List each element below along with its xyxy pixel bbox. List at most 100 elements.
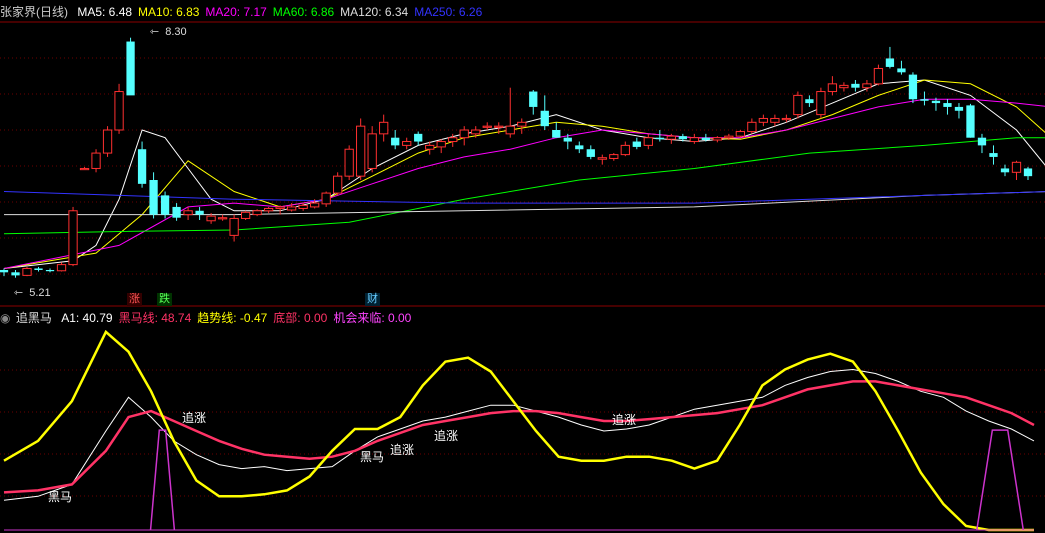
candle-up bbox=[298, 204, 308, 209]
candle-up bbox=[597, 157, 607, 160]
candle-up bbox=[22, 267, 32, 276]
candle-down bbox=[805, 99, 814, 104]
candle-up bbox=[666, 135, 676, 140]
candle-up bbox=[217, 217, 228, 220]
indicator-value: MA20: 7.17 bbox=[205, 5, 267, 19]
candle-down bbox=[885, 58, 895, 67]
arrow-left-icon: ⇽ bbox=[14, 287, 24, 299]
indicator-select-icon[interactable]: ◉ bbox=[0, 311, 10, 325]
candle-up bbox=[781, 117, 792, 121]
sub-indicator-title[interactable]: 追黑马 bbox=[16, 311, 52, 325]
main-indicator-list: MA5: 6.48 MA10: 6.83 MA20: 7.17 MA60: 6.86 M… bbox=[77, 5, 488, 19]
candle-up bbox=[310, 202, 320, 208]
candle-down bbox=[1000, 168, 1010, 173]
candle-up bbox=[275, 206, 285, 209]
candle-up bbox=[1011, 161, 1022, 173]
candle-up bbox=[873, 67, 884, 85]
candle-down bbox=[137, 149, 147, 184]
candle-up bbox=[609, 154, 619, 159]
candle-down bbox=[954, 106, 964, 111]
signal-annotation: 追涨 bbox=[390, 443, 415, 457]
sub-indicator-list: A1: 40.79 黑马线: 48.74 趋势线: -0.47 底部: 0.00 机会来… bbox=[61, 311, 417, 325]
candle-up bbox=[425, 144, 435, 150]
candle-up bbox=[240, 211, 251, 219]
candle-up bbox=[68, 210, 78, 266]
candle-up bbox=[183, 210, 193, 216]
indicator-value: MA60: 6.86 bbox=[272, 5, 335, 19]
signal-badge: 涨 bbox=[127, 293, 142, 306]
candle-down bbox=[552, 130, 561, 138]
candle-up bbox=[436, 141, 446, 148]
candle-down bbox=[529, 91, 538, 107]
signal-annotation: 追涨 bbox=[434, 429, 459, 443]
candle-up bbox=[839, 84, 849, 89]
ma-line-ma10 bbox=[3, 79, 1045, 269]
signal-annotation: 黑马 bbox=[48, 490, 73, 504]
signal-badge: 跌 bbox=[157, 293, 172, 306]
ma-line-ma60 bbox=[3, 137, 1045, 235]
candle-down bbox=[586, 149, 595, 157]
candle-up bbox=[344, 148, 354, 177]
candle-down bbox=[45, 270, 55, 272]
stock-chart-window: { "main_panel": { "title": "张家界(日线)", "i… bbox=[0, 0, 1045, 533]
candle-up bbox=[79, 167, 90, 171]
candle-up bbox=[816, 91, 826, 116]
stock-title[interactable]: 张家界(日线) bbox=[0, 5, 68, 19]
candle-down bbox=[851, 83, 860, 88]
candle-up bbox=[724, 135, 734, 139]
arrow-left-icon: ⇽ bbox=[150, 26, 160, 38]
candle-up bbox=[448, 137, 458, 143]
indicator-value: MA10: 6.83 bbox=[138, 5, 200, 19]
candle-down bbox=[632, 141, 641, 147]
opportunity-pulse bbox=[149, 429, 176, 531]
candle-up bbox=[91, 152, 101, 169]
candle-down bbox=[160, 195, 170, 215]
candle-up bbox=[643, 137, 653, 146]
chart-canvas bbox=[0, 21, 1045, 532]
candle-down bbox=[701, 137, 710, 140]
candle-up bbox=[379, 121, 389, 135]
candle-up bbox=[471, 129, 481, 135]
indicator-value: MA5: 6.48 bbox=[77, 5, 133, 19]
candle-up bbox=[206, 215, 216, 222]
indicator-value: 黑马线: 48.74 bbox=[118, 311, 192, 325]
candle-down bbox=[195, 210, 204, 215]
indicator-value: MA250: 6.26 bbox=[414, 5, 483, 19]
indicator-value: 趋势线: -0.47 bbox=[197, 311, 268, 325]
candle-up bbox=[102, 129, 113, 154]
candle-down bbox=[540, 110, 549, 127]
signal-annotation: 追涨 bbox=[612, 413, 637, 427]
candle-down bbox=[414, 133, 423, 142]
candle-down bbox=[966, 105, 975, 138]
candle-up bbox=[735, 131, 746, 137]
candle-up bbox=[620, 144, 630, 156]
candle-down bbox=[563, 137, 572, 142]
candle-down bbox=[908, 74, 918, 100]
candle-up bbox=[862, 83, 872, 89]
candle-down bbox=[34, 268, 43, 270]
indicator-value: A1: 40.79 bbox=[61, 311, 113, 325]
candle-down bbox=[931, 100, 941, 104]
candle-up bbox=[229, 217, 239, 236]
candle-down bbox=[391, 137, 400, 146]
candle-up bbox=[321, 192, 331, 205]
candle-up bbox=[333, 175, 343, 194]
candle-up bbox=[286, 206, 297, 211]
indicator-value: 底部: 0.00 bbox=[273, 311, 328, 325]
candle-down bbox=[575, 145, 584, 150]
candle-down bbox=[1023, 168, 1033, 177]
candle-up bbox=[505, 125, 515, 135]
candle-down bbox=[989, 153, 998, 157]
main-panel-header: 张家界(日线) MA5: 6.48 MA10: 6.83 MA20: 7.17 MA6… bbox=[0, 4, 494, 20]
candle-down bbox=[678, 136, 687, 140]
candle-up bbox=[252, 210, 262, 216]
opportunity-pulse bbox=[976, 429, 1025, 531]
candle-up bbox=[712, 137, 722, 141]
candle-up bbox=[758, 117, 769, 123]
candle-down bbox=[11, 272, 20, 276]
indicator-value: MA120: 6.34 bbox=[340, 5, 409, 19]
candle-up bbox=[114, 91, 124, 131]
candle-down bbox=[149, 180, 158, 215]
signal-badge: 财 bbox=[365, 293, 380, 306]
candle-up bbox=[56, 264, 67, 272]
